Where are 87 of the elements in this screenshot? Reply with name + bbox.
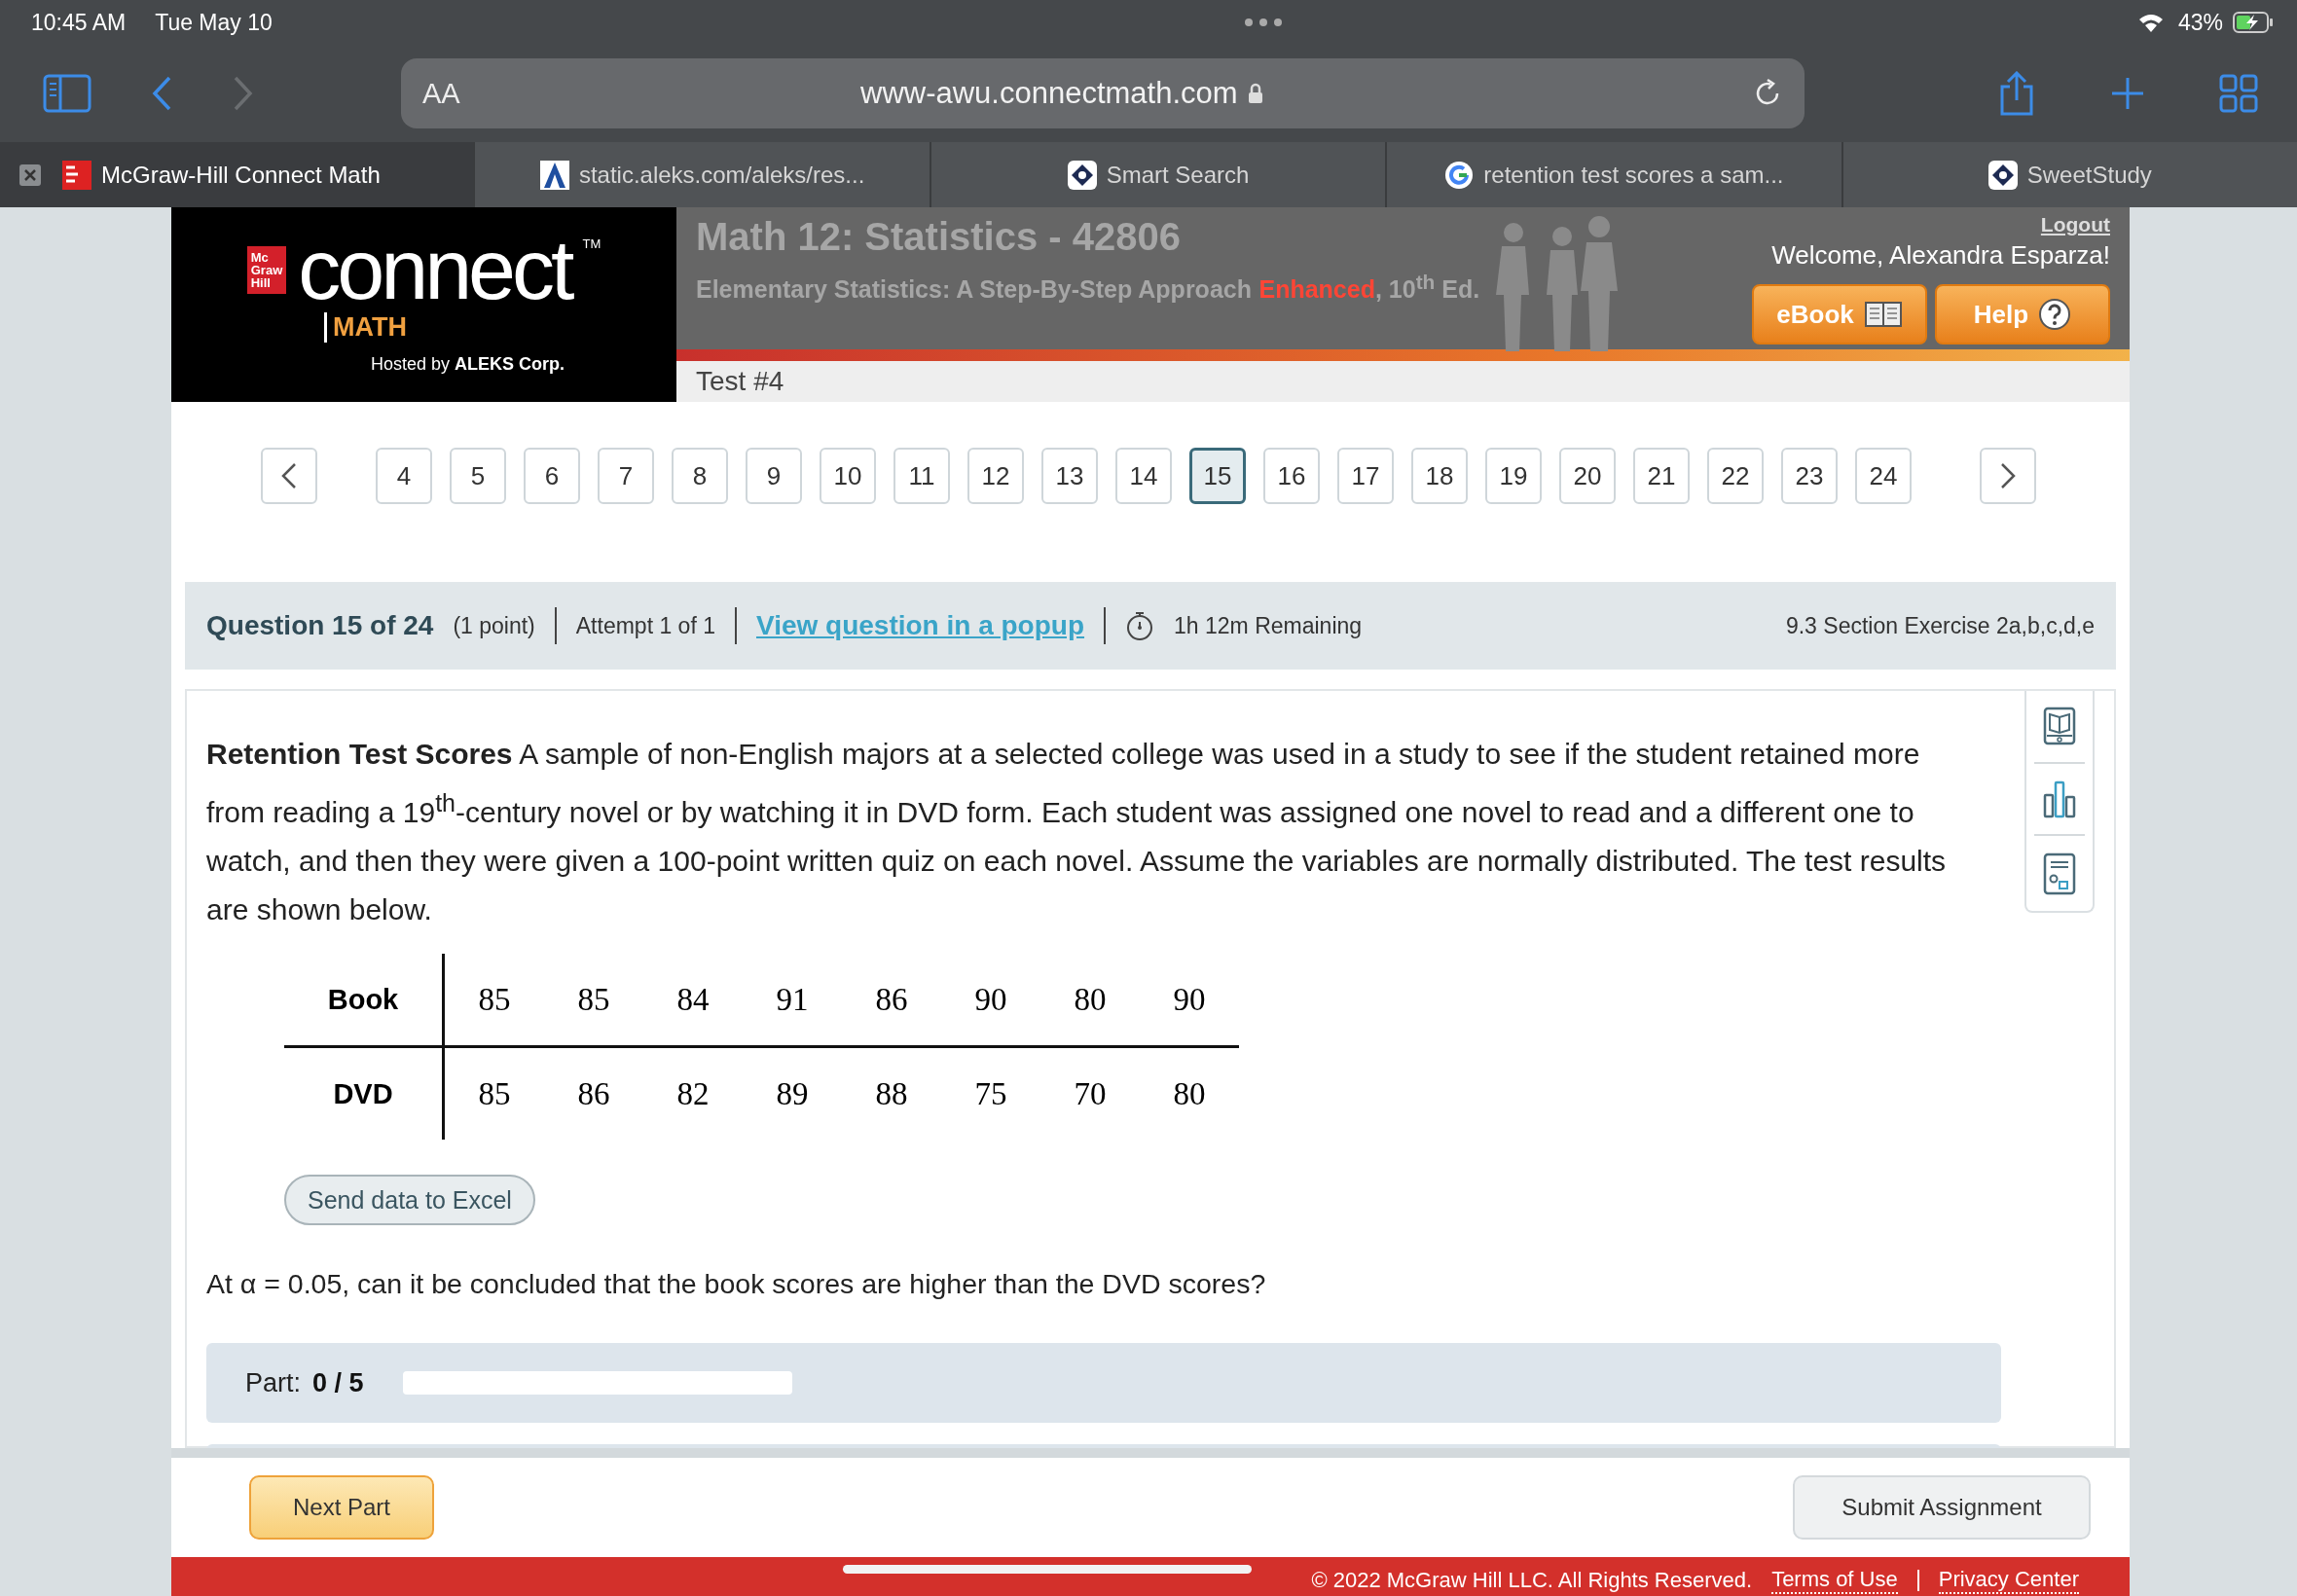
page-button[interactable]: 14 xyxy=(1115,448,1172,504)
welcome-text: Welcome, Alexandra Esparza! xyxy=(1771,240,2110,271)
google-icon xyxy=(1444,160,1475,190)
favicon-icon xyxy=(62,160,91,190)
question-number: Question 15 of 24 xyxy=(206,610,434,641)
table-cell: 84 xyxy=(643,954,743,1047)
new-tab-icon[interactable] xyxy=(2110,76,2145,111)
row-header: Book xyxy=(284,954,444,1047)
table-cell: 80 xyxy=(1040,954,1140,1047)
table-cell: 85 xyxy=(544,954,643,1047)
table-cell: 80 xyxy=(1140,1046,1239,1140)
page-button[interactable]: 9 xyxy=(746,448,802,504)
part-label: Part: xyxy=(245,1367,302,1398)
page-button[interactable]: 19 xyxy=(1485,448,1542,504)
more-icon[interactable] xyxy=(1243,18,1283,27)
chevron-right-icon xyxy=(2000,462,2016,490)
next-part-button[interactable]: Next Part xyxy=(249,1475,434,1540)
table-cell: 82 xyxy=(643,1046,743,1140)
tabs-overview-icon[interactable] xyxy=(2219,74,2258,113)
battery-icon xyxy=(2233,12,2274,33)
sidebar-icon[interactable] xyxy=(43,74,91,113)
course-title: Math 12: Statistics - 42806 xyxy=(696,215,1182,259)
footer-link[interactable]: Privacy Center xyxy=(1938,1567,2079,1594)
page-button[interactable]: 4 xyxy=(376,448,432,504)
page-button[interactable]: 23 xyxy=(1781,448,1838,504)
excel-button[interactable]: Send data to Excel xyxy=(284,1175,535,1225)
page-button[interactable]: 11 xyxy=(893,448,950,504)
copyright-text: © 2022 McGraw Hill LLC. All Rights Reserved. xyxy=(1311,1568,1753,1593)
status-date: Tue May 10 xyxy=(155,9,273,36)
page-button[interactable]: 16 xyxy=(1263,448,1320,504)
page-button[interactable]: 7 xyxy=(598,448,654,504)
book-subtitle: Elementary Statistics: A Step-By-Step Approach Enhanced, 10$^{th}$ Ed. xyxy=(696,271,1480,305)
bar-chart-icon[interactable] xyxy=(2043,779,2076,818)
table-cell: 85 xyxy=(443,1046,544,1140)
page-button[interactable]: 5 xyxy=(450,448,506,504)
document-icon[interactable] xyxy=(2043,852,2076,895)
page-button[interactable]: 21 xyxy=(1633,448,1690,504)
address-bar[interactable]: AA www-awu.connectmath.com xyxy=(401,58,1805,128)
table-cell: 91 xyxy=(743,954,842,1047)
page-button[interactable]: 20 xyxy=(1559,448,1616,504)
table-cell: 88 xyxy=(842,1046,941,1140)
footer-link[interactable]: Terms of Use xyxy=(1771,1567,1898,1594)
section-label: 9.3 Section Exercise 2a,b,c,d,e xyxy=(1785,612,2095,639)
back-icon[interactable] xyxy=(150,74,173,113)
submit-button[interactable]: Submit Assignment xyxy=(1793,1475,2091,1540)
favicon-icon xyxy=(539,160,569,190)
page-button[interactable]: 15 xyxy=(1189,448,1246,504)
status-time: 10:45 AM xyxy=(31,9,127,36)
table-cell: 85 xyxy=(443,954,544,1047)
browser-tab[interactable]: McGraw-Hill Connect Math xyxy=(0,142,474,207)
page-button[interactable]: 17 xyxy=(1337,448,1394,504)
attempt-count: Attempt 1 of 1 xyxy=(575,612,715,639)
part-count: 0 / 5 xyxy=(312,1367,364,1398)
favicon-icon xyxy=(1067,160,1097,190)
chevron-left-icon xyxy=(281,462,297,490)
next-button[interactable] xyxy=(1980,448,2036,504)
stopwatch-icon xyxy=(1125,610,1155,641)
page-button[interactable]: 12 xyxy=(967,448,1024,504)
table-cell: 70 xyxy=(1040,1046,1140,1140)
book-icon xyxy=(1863,300,1903,329)
page-button[interactable]: 13 xyxy=(1041,448,1098,504)
table-cell: 90 xyxy=(1140,954,1239,1047)
table-cell: 86 xyxy=(842,954,941,1047)
page-button[interactable]: 6 xyxy=(524,448,580,504)
close-icon[interactable] xyxy=(19,163,41,186)
help-icon xyxy=(2038,298,2072,331)
table-cell: 75 xyxy=(941,1046,1040,1140)
battery-percent: 43% xyxy=(2177,9,2223,36)
table-cell: 90 xyxy=(941,954,1040,1047)
question-text: At α = 0.05, can it be concluded that the book scores are higher than the DVD scores? xyxy=(206,1268,1267,1300)
logout-link[interactable]: Logout xyxy=(2040,213,2110,236)
page-button[interactable]: 10 xyxy=(820,448,876,504)
lock-icon xyxy=(1247,83,1263,104)
page-button[interactable]: 8 xyxy=(672,448,728,504)
page-button[interactable]: 18 xyxy=(1411,448,1468,504)
page-button[interactable]: 22 xyxy=(1707,448,1764,504)
page-button[interactable]: 24 xyxy=(1855,448,1912,504)
row-header: DVD xyxy=(284,1046,444,1140)
problem-text: Retention Test Scores A sample of non-English majors at a selected college was used in a study to see if the student retained more from reading a 19$^{th}$-century novel or by watching it in DVD form. Each student was assigned one novel to read and a different one to watch, and then they were given a 100-point written quiz on each novel. Assume the variables are normally distributed. The test results are shown below. xyxy=(206,737,1948,927)
time-remaining: 1h 12m Remaining xyxy=(1174,612,1363,639)
previous-button[interactable] xyxy=(261,448,317,504)
favicon-icon xyxy=(1987,160,2018,190)
test-label: Test #4 xyxy=(696,366,784,397)
table-cell: 86 xyxy=(544,1046,643,1140)
ebook-icon[interactable] xyxy=(2043,707,2076,746)
question-points: (1 point) xyxy=(453,612,535,639)
table-cell: 89 xyxy=(743,1046,842,1140)
